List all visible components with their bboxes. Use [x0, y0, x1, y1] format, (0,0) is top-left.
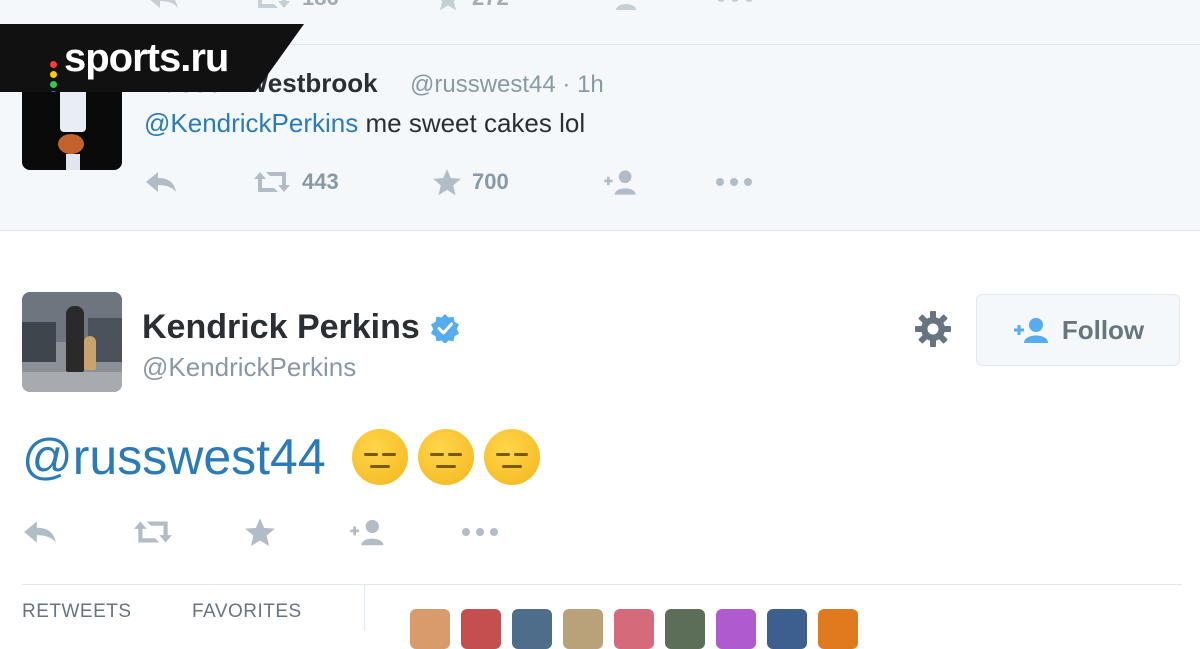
main-tweet-text: @russwest44 — [22, 428, 540, 486]
favorite-button[interactable] — [244, 516, 276, 548]
tweet-stats-bar: RETWEETS FAVORITES — [22, 584, 1182, 649]
more-options-button[interactable] — [460, 516, 500, 548]
favoriter-avatar[interactable] — [614, 609, 654, 649]
follow-user-button[interactable] — [348, 516, 390, 548]
follow-plus-icon[interactable] — [604, 0, 642, 10]
expressionless-face-emoji — [483, 429, 540, 485]
follow-user-button[interactable] — [602, 166, 642, 198]
favoriter-avatar[interactable] — [410, 609, 450, 649]
retweet-icon — [258, 0, 290, 8]
favorite-action[interactable]: 272 — [434, 0, 509, 11]
add-user-icon — [604, 170, 636, 195]
favorites-label[interactable]: FAVORITES — [192, 601, 302, 623]
reply-icon[interactable] — [146, 0, 180, 10]
follow-button-label: Follow — [1061, 314, 1145, 345]
more-icon — [462, 528, 498, 536]
logo-text: sports.ru — [64, 36, 229, 80]
favoriters-avatar-list — [410, 609, 858, 649]
reply-handle-time[interactable]: @russwest44 · 1h — [410, 71, 604, 99]
reply-retweet-count: 443 — [302, 169, 339, 194]
reply-icon — [24, 521, 56, 543]
reply-mention-link[interactable]: @KendrickPerkins — [144, 108, 358, 138]
kendrick-perkins-avatar[interactable] — [22, 292, 122, 392]
reply-button[interactable] — [22, 516, 58, 548]
reply-button[interactable] — [144, 166, 178, 198]
favoriter-avatar[interactable] — [716, 609, 756, 649]
main-author-name[interactable]: Kendrick Perkins — [142, 308, 420, 347]
previous-retweet-count: 186 — [302, 0, 339, 11]
favoriter-avatar[interactable] — [563, 609, 603, 649]
retweet-button[interactable]: 443 — [252, 166, 339, 198]
reply-tweet-text: @KendrickPerkins me sweet cakes lol — [144, 108, 585, 139]
add-user-icon — [350, 519, 384, 546]
gear-icon[interactable] — [914, 310, 952, 348]
favoriter-avatar[interactable] — [665, 609, 705, 649]
expressionless-face-emoji — [417, 429, 474, 485]
favoriter-avatar[interactable] — [767, 609, 807, 649]
verified-badge-icon — [430, 313, 459, 343]
retweet-action[interactable]: 186 — [252, 0, 339, 10]
star-icon — [433, 169, 461, 196]
more-icon — [716, 178, 752, 186]
reply-tweet-actions: 443 700 — [144, 166, 784, 198]
favoriter-avatar[interactable] — [461, 609, 501, 649]
star-icon — [245, 518, 275, 547]
main-mention-link[interactable]: @russwest44 — [22, 428, 326, 486]
previous-favorite-count: 272 — [472, 0, 509, 11]
expressionless-face-emoji — [351, 429, 408, 485]
reply-text-body: me sweet cakes lol — [358, 108, 586, 138]
more-icon[interactable] — [716, 0, 754, 10]
reply-icon — [146, 172, 176, 192]
stats-divider — [364, 585, 365, 631]
retweet-button[interactable] — [132, 516, 174, 548]
add-user-icon — [1013, 318, 1048, 343]
sports-ru-logo: sports.ru — [0, 24, 304, 92]
favorite-button[interactable]: 700 — [432, 166, 509, 198]
main-author-name-row[interactable]: Kendrick Perkins — [142, 308, 460, 347]
main-author-handle[interactable]: @KendrickPerkins — [142, 352, 356, 383]
retweets-label[interactable]: RETWEETS — [22, 601, 132, 623]
star-icon — [440, 0, 456, 11]
favoriter-avatar[interactable] — [512, 609, 552, 649]
reply-favorite-count: 700 — [472, 169, 509, 194]
more-options-button[interactable] — [714, 166, 754, 198]
follow-button[interactable]: Follow — [976, 294, 1180, 366]
retweet-icon — [134, 521, 172, 543]
retweet-icon — [254, 172, 290, 192]
main-tweet-actions — [22, 516, 622, 552]
favoriter-avatar[interactable] — [818, 609, 858, 649]
